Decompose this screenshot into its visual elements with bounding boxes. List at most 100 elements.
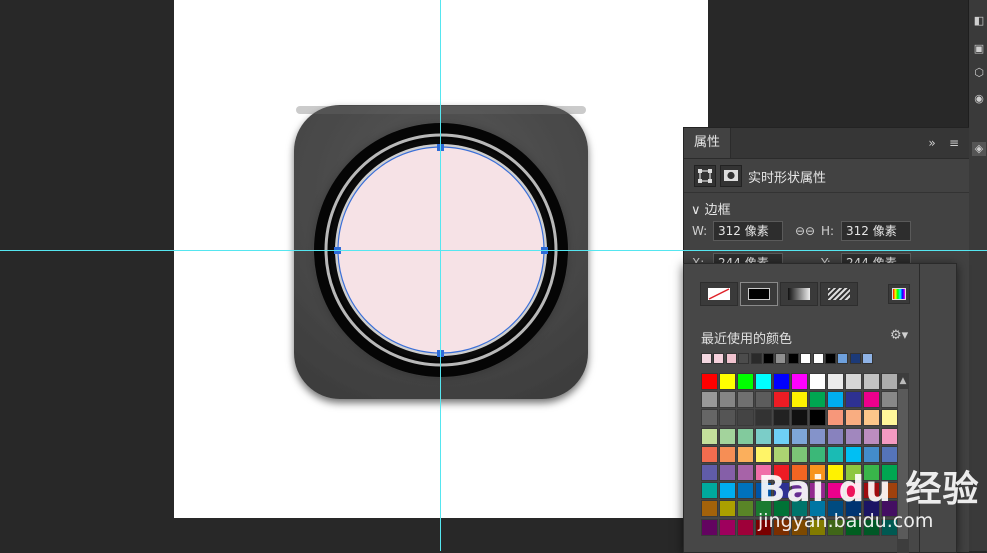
color-swatch[interactable] — [773, 518, 790, 536]
color-swatch[interactable] — [863, 373, 880, 390]
color-swatch[interactable] — [755, 391, 772, 409]
color-swatch[interactable] — [791, 445, 808, 463]
color-swatch[interactable] — [755, 409, 772, 427]
color-swatch[interactable] — [737, 409, 754, 427]
color-swatch[interactable] — [827, 391, 844, 409]
color-swatch[interactable] — [881, 482, 897, 500]
color-swatch[interactable] — [773, 373, 790, 390]
fill-gradient-button[interactable] — [780, 282, 818, 306]
color-swatch[interactable] — [845, 409, 862, 427]
color-swatch[interactable] — [881, 500, 897, 518]
recent-color-swatch[interactable] — [775, 353, 787, 364]
color-swatch[interactable] — [755, 464, 772, 481]
color-swatch[interactable] — [719, 482, 736, 500]
tool-icon-4[interactable]: ◉ — [972, 92, 986, 106]
color-swatch[interactable] — [737, 500, 754, 518]
color-swatch[interactable] — [755, 482, 772, 500]
recent-color-swatch[interactable] — [713, 353, 725, 364]
height-field[interactable]: 312 像素 — [841, 221, 911, 241]
color-swatch[interactable] — [809, 391, 826, 409]
color-swatch[interactable] — [719, 427, 736, 445]
color-swatch[interactable] — [737, 427, 754, 445]
color-swatch[interactable] — [827, 445, 844, 463]
fill-solid-button[interactable] — [740, 282, 778, 306]
color-swatch[interactable] — [791, 464, 808, 481]
recent-color-swatch[interactable] — [800, 353, 812, 364]
color-swatch[interactable] — [701, 445, 718, 463]
color-swatch[interactable] — [791, 427, 808, 445]
width-field[interactable]: 312 像素 — [713, 221, 783, 241]
guide-vertical[interactable] — [440, 0, 441, 551]
color-swatch[interactable] — [737, 464, 754, 481]
color-swatch[interactable] — [845, 373, 862, 390]
color-swatch[interactable] — [719, 409, 736, 427]
color-swatch[interactable] — [755, 373, 772, 390]
color-swatch[interactable] — [845, 464, 862, 481]
panel-menu-icon[interactable]: ≡ — [946, 128, 962, 158]
color-swatch[interactable] — [863, 500, 880, 518]
color-swatch[interactable] — [737, 391, 754, 409]
layers-icon[interactable]: ◈ — [972, 142, 986, 156]
color-swatch[interactable] — [809, 500, 826, 518]
color-swatch[interactable] — [773, 464, 790, 481]
color-swatch[interactable] — [791, 482, 808, 500]
color-swatch[interactable] — [809, 445, 826, 463]
recent-color-swatch[interactable] — [701, 353, 712, 364]
tool-icon-2[interactable]: ▣ — [972, 42, 986, 56]
recent-color-swatch[interactable] — [825, 353, 836, 364]
color-swatch[interactable] — [827, 409, 844, 427]
color-swatch[interactable] — [845, 391, 862, 409]
color-picker-button[interactable] — [888, 284, 910, 304]
color-swatch[interactable] — [791, 500, 808, 518]
color-swatch[interactable] — [881, 373, 897, 390]
color-swatch[interactable] — [773, 482, 790, 500]
color-swatch[interactable] — [827, 500, 844, 518]
recent-color-swatch[interactable] — [837, 353, 849, 364]
color-swatch[interactable] — [863, 391, 880, 409]
color-swatch[interactable] — [881, 391, 897, 409]
color-swatch[interactable] — [827, 373, 844, 390]
transform-bounds-icon[interactable] — [694, 165, 716, 187]
color-swatch[interactable] — [701, 409, 718, 427]
recent-color-swatch[interactable] — [750, 353, 762, 364]
color-swatch[interactable] — [701, 427, 718, 445]
recent-color-swatch[interactable] — [725, 353, 737, 364]
color-swatch[interactable] — [737, 518, 754, 536]
color-swatch[interactable] — [773, 500, 790, 518]
color-swatch[interactable] — [881, 518, 897, 536]
recent-color-swatch[interactable] — [787, 353, 799, 364]
color-swatch[interactable] — [773, 409, 790, 427]
color-swatch[interactable] — [719, 391, 736, 409]
color-swatch[interactable] — [737, 373, 754, 390]
color-swatch[interactable] — [701, 373, 718, 390]
color-swatch[interactable] — [737, 445, 754, 463]
recent-color-swatch[interactable] — [862, 353, 874, 364]
color-swatch[interactable] — [845, 427, 862, 445]
color-swatch[interactable] — [863, 464, 880, 481]
color-swatch[interactable] — [881, 464, 897, 481]
color-swatch[interactable] — [809, 427, 826, 445]
color-swatch[interactable] — [755, 518, 772, 536]
fill-none-button[interactable] — [700, 282, 738, 306]
swatch-scrollbar[interactable]: ▲ — [897, 373, 909, 553]
color-swatch[interactable] — [701, 482, 718, 500]
tool-icon-1[interactable]: ◧ — [972, 14, 986, 28]
recent-color-swatch[interactable] — [849, 353, 861, 364]
color-swatch[interactable] — [773, 391, 790, 409]
color-swatch[interactable] — [701, 518, 718, 536]
mask-icon[interactable] — [720, 165, 742, 187]
recent-color-swatch[interactable] — [763, 353, 774, 364]
color-swatch[interactable] — [719, 445, 736, 463]
color-swatch[interactable] — [845, 445, 862, 463]
color-swatch[interactable] — [755, 427, 772, 445]
color-swatch[interactable] — [719, 518, 736, 536]
link-dimensions-icon[interactable]: ⊖⊖ — [795, 224, 815, 238]
color-swatch[interactable] — [809, 373, 826, 390]
color-swatch[interactable] — [863, 445, 880, 463]
color-swatch[interactable] — [863, 427, 880, 445]
color-swatch[interactable] — [719, 500, 736, 518]
recent-color-swatch[interactable] — [738, 353, 750, 364]
color-swatch[interactable] — [701, 464, 718, 481]
color-swatch[interactable] — [737, 482, 754, 500]
color-swatch[interactable] — [845, 482, 862, 500]
